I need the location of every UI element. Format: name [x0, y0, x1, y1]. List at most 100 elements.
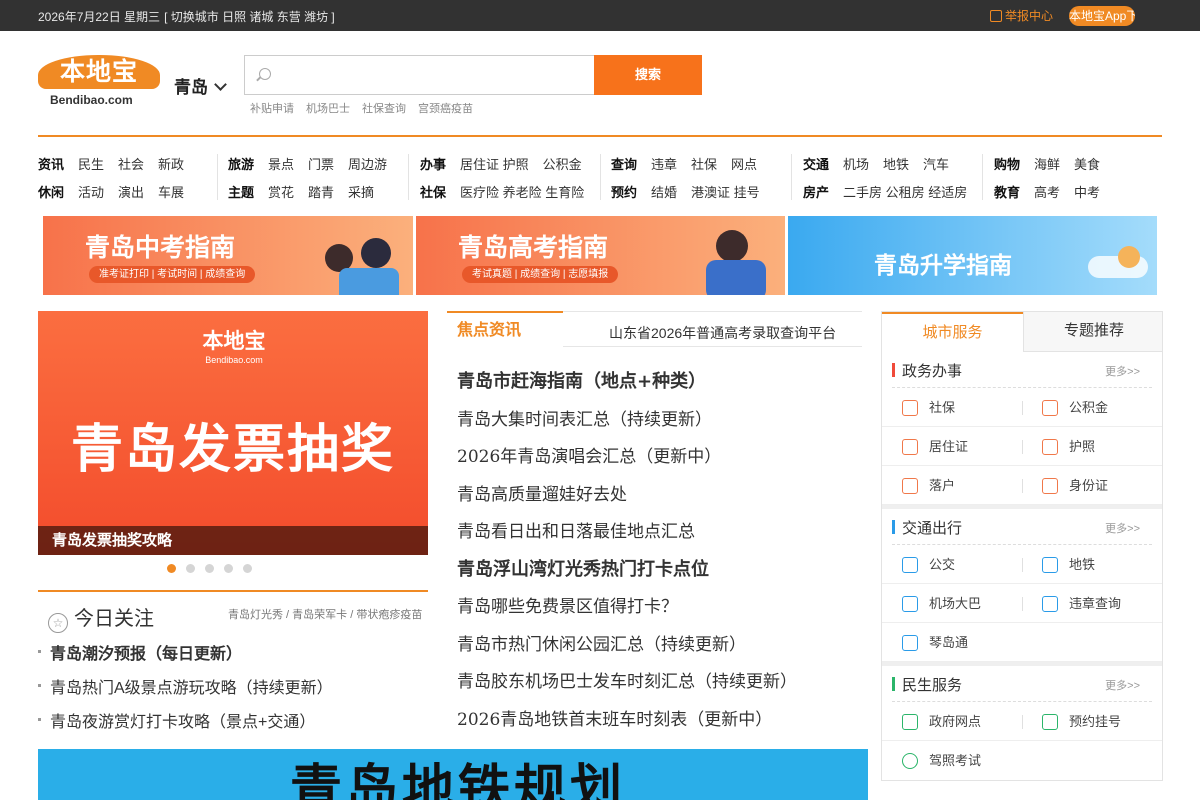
nav-heading[interactable]: 购物 [994, 157, 1020, 172]
city-selector[interactable]: 青岛 [174, 73, 227, 98]
hero-slider[interactable]: 本地宝 Bendibao.com 青岛发票抽奖 青岛发票抽奖攻略 [38, 311, 428, 555]
list-item[interactable]: 青岛大集时间表汇总（持续更新） [457, 405, 797, 443]
nav-link[interactable]: 网点 [731, 157, 757, 172]
service-driving-test[interactable]: 驾照考试 [882, 742, 1022, 780]
service-gov-outlets[interactable]: 政府网点 [882, 703, 1022, 741]
nav-link[interactable]: 中考 [1074, 185, 1100, 200]
nav-link[interactable]: 海鲜 [1034, 157, 1060, 172]
tab-focus-news[interactable]: 焦点资讯 [447, 311, 563, 348]
service-id-card[interactable]: 身份证 [1022, 467, 1162, 505]
nav-link[interactable]: 景点 [268, 157, 294, 172]
nav-heading[interactable]: 查询 [611, 157, 637, 172]
headline-item[interactable]: 青岛浮山湾灯光秀热门打卡点位 [457, 555, 797, 593]
tab-topics[interactable]: 专题推荐 [1023, 312, 1162, 352]
service-residence-permit[interactable]: 居住证 [882, 428, 1022, 466]
nav-link[interactable]: 居住证 护照 [460, 157, 529, 172]
nav-link[interactable]: 汽车 [923, 157, 949, 172]
headline-item[interactable]: 青岛市赶海指南（地点+种类） [457, 367, 797, 405]
list-item[interactable]: 青岛高质量遛娃好去处 [457, 480, 797, 518]
nav-link[interactable]: 港澳证 挂号 [691, 185, 760, 200]
nav-heading[interactable]: 主题 [228, 185, 254, 200]
nav-heading[interactable]: 教育 [994, 185, 1020, 200]
nav-link[interactable]: 采摘 [348, 185, 374, 200]
list-item[interactable]: 青岛热门A级景点游玩攻略（持续更新） [38, 674, 428, 708]
service-housing-fund[interactable]: 公积金 [1022, 389, 1162, 427]
nav-link[interactable]: 赏花 [268, 185, 294, 200]
search-input[interactable] [279, 64, 579, 86]
service-violation-query[interactable]: 违章查询 [1022, 585, 1162, 623]
slider-caption[interactable]: 青岛发票抽奖攻略 [38, 526, 428, 555]
nav-link[interactable]: 周边游 [348, 157, 387, 172]
search-button[interactable]: 搜索 [594, 55, 702, 95]
service-metro[interactable]: 地铁 [1022, 546, 1162, 584]
tab-city-services[interactable]: 城市服务 [882, 312, 1023, 352]
nav-link[interactable]: 新政 [158, 157, 184, 172]
nav-heading[interactable]: 预约 [611, 185, 637, 200]
nav-link[interactable]: 演出 [118, 185, 144, 200]
slider-dot[interactable] [205, 564, 214, 573]
service-airport-bus[interactable]: 机场大巴 [882, 585, 1022, 623]
switch-city-link[interactable]: [ 切换城市 日照 诸城 东营 潍坊 ] [164, 10, 335, 24]
more-link[interactable]: 更多>> [1105, 363, 1140, 379]
nav-link[interactable]: 二手房 公租房 经适房 [843, 185, 967, 200]
nav-link[interactable]: 社会 [118, 157, 144, 172]
nav-link[interactable]: 活动 [78, 185, 104, 200]
nav-link[interactable]: 民生 [78, 157, 104, 172]
list-item[interactable]: 青岛潮汐预报（每日更新） [38, 640, 428, 674]
service-qindaotong[interactable]: 琴岛通 [882, 624, 1022, 662]
slider-dot[interactable] [243, 564, 252, 573]
nav-heading[interactable]: 资讯 [38, 157, 64, 172]
list-item[interactable]: 青岛胶东机场巴士发车时刻汇总（持续更新） [457, 667, 797, 705]
banner-gaokao[interactable]: 青岛高考指南 考试真题 | 成绩查询 | 志愿填报 [416, 216, 785, 295]
subway-plan-banner[interactable]: 青岛地铁规划 [38, 749, 868, 800]
list-item[interactable]: 2026年青岛演唱会汇总（更新中） [457, 442, 797, 480]
app-download-button[interactable]: 本地宝App下载 [1069, 6, 1135, 26]
nav-heading[interactable]: 休闲 [38, 185, 64, 200]
marquee-headline[interactable]: 山东省2026年普通高考录取查询平台 [609, 323, 836, 343]
list-item[interactable]: 青岛市热门休闲公园汇总（持续更新） [457, 630, 797, 668]
list-item[interactable]: 2026青岛地铁首末班车时刻表（更新中） [457, 705, 797, 743]
nav-heading[interactable]: 旅游 [228, 157, 254, 172]
nav-link[interactable]: 地铁 [883, 157, 909, 172]
service-social-security[interactable]: 社保 [882, 389, 1022, 427]
nav-heading[interactable]: 房产 [803, 185, 829, 200]
service-hukou[interactable]: 落户 [882, 467, 1022, 505]
banner-title: 青岛高考指南 [458, 233, 609, 262]
nav-link[interactable]: 社保 [691, 157, 717, 172]
banner-shengxue[interactable]: 青岛升学指南 [788, 216, 1157, 295]
nav-link[interactable]: 公积金 [543, 157, 582, 172]
hot-search-link[interactable]: 社保查询 [362, 103, 406, 115]
group-marker [892, 363, 895, 377]
today-focus-links[interactable]: 青岛灯光秀 / 青岛荣军卡 / 带状疱疹疫苗 [228, 606, 422, 622]
slider-dot[interactable] [167, 564, 176, 573]
nav-link[interactable]: 门票 [308, 157, 334, 172]
report-center-link[interactable]: 举报中心 [990, 7, 1053, 24]
list-item[interactable]: 青岛哪些免费景区值得打卡？ [457, 592, 797, 630]
slider-dot[interactable] [186, 564, 195, 573]
more-link[interactable]: 更多>> [1105, 520, 1140, 536]
hot-search-link[interactable]: 机场巴士 [306, 103, 350, 115]
list-item[interactable]: 青岛夜游赏灯打卡攻略（景点+交通） [38, 708, 428, 742]
nav-link[interactable]: 医疗险 养老险 生育险 [460, 185, 584, 200]
site-logo[interactable]: 本地宝 Bendibao.com [38, 55, 160, 111]
nav-link[interactable]: 踏青 [308, 185, 334, 200]
nav-link[interactable]: 机场 [843, 157, 869, 172]
nav-link[interactable]: 违章 [651, 157, 677, 172]
nav-link[interactable]: 结婚 [651, 185, 677, 200]
group-title: 交通出行 [902, 520, 963, 537]
service-hospital-booking[interactable]: 预约挂号 [1022, 703, 1162, 741]
slider-dot[interactable] [224, 564, 233, 573]
nav-link[interactable]: 美食 [1074, 157, 1100, 172]
nav-heading[interactable]: 办事 [420, 157, 446, 172]
hot-search-link[interactable]: 补贴申请 [250, 103, 294, 115]
more-link[interactable]: 更多>> [1105, 677, 1140, 693]
nav-heading[interactable]: 交通 [803, 157, 829, 172]
nav-link[interactable]: 高考 [1034, 185, 1060, 200]
nav-heading[interactable]: 社保 [420, 185, 446, 200]
service-bus[interactable]: 公交 [882, 546, 1022, 584]
hot-search-link[interactable]: 宫颈癌疫苗 [418, 103, 473, 115]
nav-link[interactable]: 车展 [158, 185, 184, 200]
service-passport[interactable]: 护照 [1022, 428, 1162, 466]
list-item[interactable]: 青岛看日出和日落最佳地点汇总 [457, 517, 797, 555]
banner-zhongkao[interactable]: 青岛中考指南 准考证打印 | 考试时间 | 成绩查询 [43, 216, 413, 295]
